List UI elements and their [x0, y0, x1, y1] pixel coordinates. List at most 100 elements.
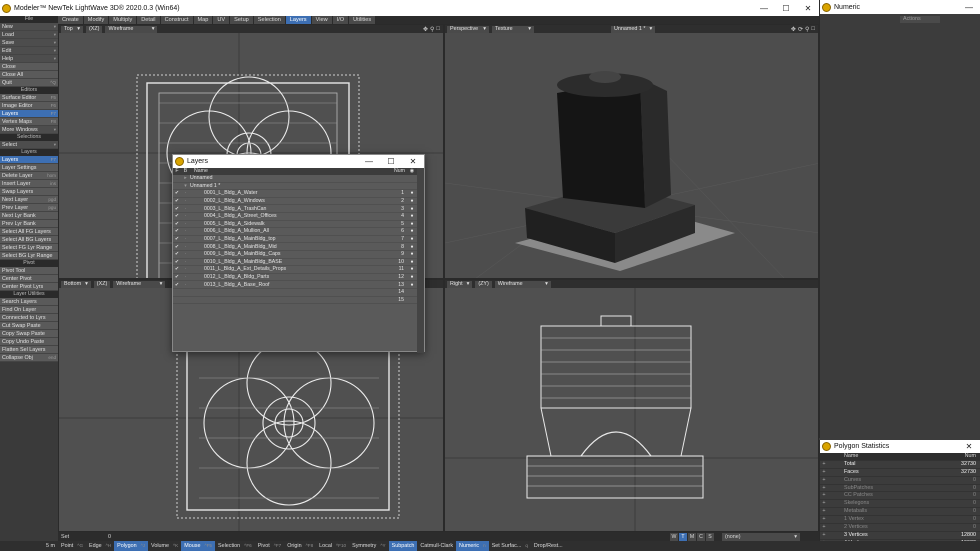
fg-check-icon[interactable]: ✔ — [173, 251, 181, 257]
maximize-icon[interactable]: ☐ — [380, 157, 402, 166]
numeric-titlebar[interactable]: Numeric — — [820, 0, 980, 14]
wtmcs-s-button[interactable]: S — [706, 532, 714, 541]
bg-toggle[interactable]: · — [181, 282, 190, 288]
fg-check-icon[interactable]: ✔ — [173, 266, 181, 272]
layers-scrollbar[interactable] — [417, 168, 424, 353]
prev-lyr-bank-button[interactable]: Prev Lyr Bank — [0, 220, 58, 228]
wtmcs-m-button[interactable]: M — [688, 532, 696, 541]
bg-toggle[interactable]: · — [181, 244, 190, 250]
bg-toggle[interactable]: · — [181, 206, 190, 212]
layer-row[interactable]: ✔ · 0011_L_Bldg_A_Ext_Details_Props 11 ● — [173, 266, 417, 274]
select-all-bg-layers-button[interactable]: Select All BG Layers — [0, 236, 58, 244]
axis-select[interactable]: (ZY) — [475, 280, 492, 288]
layer-row[interactable]: ✔ · 0013_L_Bldg_A_Base_Roof 13 ● — [173, 281, 417, 289]
tab-construct[interactable]: Construct — [160, 16, 194, 24]
expand-plus-icon[interactable]: + — [820, 500, 828, 507]
layer-row[interactable]: ✔ · 0006_L_Bldg_A_Mullion_All 6 ● — [173, 228, 417, 236]
volume-button[interactable]: Volume ^K — [148, 541, 181, 551]
move-view-icon[interactable]: ✥ — [423, 26, 428, 33]
subpatch-button[interactable]: Subpatch — [388, 541, 418, 551]
visibility-dot-icon[interactable]: ● — [407, 236, 417, 242]
axis-select[interactable]: (XZ) — [93, 280, 111, 288]
image-editor-button[interactable]: Image Editor F6 — [0, 102, 58, 110]
polystats-titlebar[interactable]: Polygon Statistics ✕ — [820, 440, 980, 453]
layers-window[interactable]: Layers — ☐ ✕ F B Name Num ◉ ▸ Unnamed ▾ Unn… — [172, 154, 425, 353]
visibility-dot-icon[interactable]: ● — [407, 259, 417, 265]
bg-toggle[interactable]: · — [181, 221, 190, 227]
fg-check-icon[interactable]: ✔ — [173, 198, 181, 204]
help-button[interactable]: Help ▾ — [0, 55, 58, 63]
tab-multiply[interactable]: Multiply — [109, 16, 138, 24]
save-button[interactable]: Save ▾ — [0, 39, 58, 47]
copy-swap-paste-button[interactable]: Copy Swap Paste — [0, 330, 58, 338]
tab-selection[interactable]: Selection — [253, 16, 286, 24]
tab-map[interactable]: Map — [193, 16, 214, 24]
move-view-icon[interactable]: ✥ — [791, 26, 796, 33]
minimize-icon[interactable]: — — [358, 157, 380, 166]
tab-modify[interactable]: Modify — [83, 16, 110, 24]
catmull-clark-button[interactable]: Catmull-Clark — [417, 541, 456, 551]
selection-button[interactable]: Selection ^F6 — [215, 541, 255, 551]
layer-settings-button[interactable]: Layer Settings — [0, 164, 58, 172]
tab-uv[interactable]: UV — [213, 16, 231, 24]
fg-check-icon[interactable]: ✔ — [173, 259, 181, 265]
layers-button[interactable]: Layers F7 — [0, 156, 58, 164]
select-all-fg-layers-button[interactable]: Select All FG Layers — [0, 228, 58, 236]
layer-row[interactable]: ✔ · 0005_L_Bldg_A_Sidewalk 5 ● — [173, 221, 417, 229]
search-layers-button[interactable]: Search Layers — [0, 298, 58, 306]
load-button[interactable]: Load ▾ — [0, 31, 58, 39]
close-all-button[interactable]: Close All — [0, 71, 58, 79]
bg-toggle[interactable]: · — [181, 251, 190, 257]
polygon-button[interactable]: Polygon ^J — [114, 541, 149, 551]
render-mode-select[interactable]: Texture ▾ — [492, 25, 534, 33]
maximize-icon[interactable]: ☐ — [775, 4, 797, 13]
close-icon[interactable]: ✕ — [402, 157, 424, 166]
more-windows-button[interactable]: More Windows ▾ — [0, 126, 58, 134]
layers-titlebar[interactable]: Layers — ☐ ✕ — [173, 155, 424, 168]
expand-plus-icon[interactable]: + — [820, 524, 828, 531]
close-button[interactable]: Close — [0, 63, 58, 71]
expand-plus-icon[interactable]: + — [820, 485, 828, 492]
layer-object-row[interactable]: ▾ Unnamed 1 * — [173, 183, 417, 191]
layer-row[interactable]: ✔ · 0002_L_Bldg_A_Windows 2 ● — [173, 198, 417, 206]
numeric-button[interactable]: Numeric n — [456, 541, 489, 551]
flatten-sel-layers-button[interactable]: Flatten Sel Layers — [0, 346, 58, 354]
visibility-dot-icon[interactable]: ● — [407, 282, 417, 288]
view-select[interactable]: Bottom ▾ — [61, 280, 91, 288]
select-button[interactable]: Select ▾ — [0, 141, 58, 149]
next-layer-button[interactable]: Next Layer pgd — [0, 196, 58, 204]
numeric-actions-button[interactable]: Actions — [900, 16, 940, 23]
bg-toggle[interactable]: · — [181, 190, 190, 196]
close-icon[interactable]: ✕ — [958, 442, 980, 451]
bg-toggle[interactable]: · — [181, 259, 190, 265]
layer-row[interactable]: ✔ · 0009_L_Bldg_A_MainBldg_Caps 9 ● — [173, 251, 417, 259]
copy-undo-paste-button[interactable]: Copy Undo Paste — [0, 338, 58, 346]
symmetry-button[interactable]: Symmetry ^Y — [349, 541, 389, 551]
layer-row[interactable]: ✔ · 0003_L_Bldg_A_TrashCan 3 ● — [173, 205, 417, 213]
tab-setup[interactable]: Setup — [230, 16, 254, 24]
layer-row[interactable]: 14 — [173, 289, 417, 297]
local-button[interactable]: Local ^F10 — [316, 541, 349, 551]
visibility-dot-icon[interactable]: ● — [407, 221, 417, 227]
render-mode-select[interactable]: Wireframe ▾ — [105, 25, 158, 33]
bg-toggle[interactable]: · — [181, 274, 190, 280]
cut-swap-paste-button[interactable]: Cut Swap Paste — [0, 322, 58, 330]
expand-plus-icon[interactable]: + — [820, 492, 828, 499]
new-button[interactable]: New ▾ — [0, 23, 58, 31]
viewport-perspective[interactable]: Perspective ▾ Texture ▾ Unnamed 1 * ▾ ✥ ⟳ ⚲ □ — [444, 24, 819, 279]
view-select[interactable]: Perspective ▾ — [447, 25, 489, 33]
insert-layer-button[interactable]: Insert Layer ins — [0, 180, 58, 188]
fg-check-icon[interactable]: ✔ — [173, 244, 181, 250]
tab-create[interactable]: Create — [58, 16, 84, 24]
maximize-viewport-icon[interactable]: □ — [436, 26, 440, 33]
visibility-dot-icon[interactable]: ● — [407, 266, 417, 272]
find-on-layer-button[interactable]: Find On Layer — [0, 306, 58, 314]
center-pivot-button[interactable]: Center Pivot — [0, 275, 58, 283]
quit-button[interactable]: Quit ^Q — [0, 79, 58, 87]
surface-editor-button[interactable]: Surface Editor F5 — [0, 94, 58, 102]
wtmcs-c-button[interactable]: C — [697, 532, 705, 541]
view-select[interactable]: Right ▾ — [447, 280, 473, 288]
delete-layer-button[interactable]: Delete Layer hom — [0, 172, 58, 180]
origin-button[interactable]: Origin ^F8 — [284, 541, 316, 551]
bg-toggle[interactable]: · — [181, 236, 190, 242]
